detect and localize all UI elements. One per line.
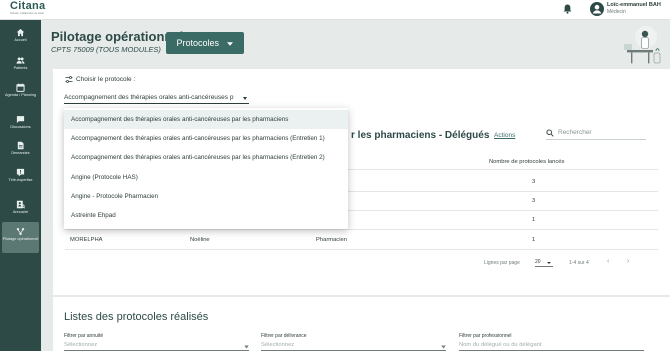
sidebar-item-accueil[interactable]: Accueil (2, 28, 39, 43)
filter-annuity-label: Filtrer par annuité (64, 333, 104, 339)
protocol-option[interactable]: Astreinte Ehpad (64, 206, 348, 225)
user-name[interactable]: Loïc-emmanuel BAH (607, 2, 661, 8)
search-placeholder: Rechercher (558, 129, 592, 136)
sidebar-item-label: Télé-expertise (8, 178, 33, 182)
chevron-down-icon[interactable] (244, 345, 249, 349)
sidebar-item-label: Discussions (10, 125, 31, 129)
actions-link[interactable]: Actions (494, 132, 515, 139)
filter-professional-input[interactable]: Nom du délégué ou du délégant (459, 342, 644, 351)
sidebar-item-annuaire[interactable]: Annuaire (2, 200, 39, 215)
protocol-option[interactable]: Angine - Protocole Pharmacien (64, 187, 348, 206)
user-icon (592, 4, 602, 14)
home-icon (16, 28, 25, 37)
table-cell-first-name: Noëline (190, 237, 210, 243)
protocol-option[interactable]: Accompagnement des thérapies orales anti… (64, 110, 348, 129)
search-icon (546, 129, 554, 137)
logo[interactable]: Citana Solution collaborative de santé (10, 1, 45, 16)
page-header: Pilotage opérationnel CPTS 75009 (TOUS M… (41, 20, 670, 72)
sidebar-item-discussions[interactable]: Discussions (2, 115, 39, 130)
sidebar-item-label: Patients (13, 66, 28, 70)
table-row-count: 3 (532, 198, 536, 204)
select-arrow-icon[interactable] (243, 97, 247, 100)
realized-protocols-title: Listes des protocoles réalisés (64, 311, 209, 323)
sidebar-item-label: Pilotage opérationnel (2, 237, 39, 241)
filter-sliders-icon (65, 76, 73, 83)
protocol-option[interactable]: Accompagnement des thérapies orales anti… (64, 148, 348, 167)
avatar[interactable] (590, 2, 604, 16)
logo-tagline: Solution collaborative de santé (10, 12, 45, 15)
top-bar: Citana Solution collaborative de santé L… (0, 0, 670, 20)
filter-delivery-select[interactable]: Sélectionnez (261, 342, 446, 351)
sidebar-item-label: Accueil (14, 38, 27, 42)
patients-icon (16, 57, 25, 64)
sidebar-item-label: Demandes (11, 151, 30, 155)
requests-icon (17, 141, 24, 150)
page-subtitle: CPTS 75009 (TOUS MODULES) (51, 45, 161, 54)
sidebar-item-patients[interactable]: Patients (2, 56, 39, 71)
pagination-range: 1-4 sur 4 (569, 260, 589, 266)
row-divider (65, 229, 658, 230)
protocol-option[interactable]: Angine (Protocole HAS) (64, 168, 348, 187)
filter-professional-placeholder: Nom du délégué ou du délégant (459, 342, 542, 348)
page-title: Pilotage opérationnel (51, 29, 184, 44)
pilotage-icon (16, 227, 25, 236)
sidebar-item-tele-expertise[interactable]: Télé-expertise (2, 168, 39, 183)
user-role: Médecin (607, 9, 626, 15)
table-row-count: 3 (532, 179, 536, 185)
tele-expertise-icon (16, 168, 25, 177)
filter-annuity-select[interactable]: Sélectionnez (64, 342, 249, 351)
table-row-count: 1 (532, 217, 536, 223)
calendar-icon (16, 83, 25, 92)
sidebar-item-label: Annuaire (12, 210, 29, 214)
filter-annuity-placeholder: Sélectionnez (64, 342, 98, 348)
chevron-down-icon[interactable] (441, 345, 446, 349)
sidebar: Accueil Patients Agenda / Planning Discu… (0, 20, 41, 351)
sidebar-item-demandes[interactable]: Demandes (2, 141, 39, 156)
next-page-button[interactable]: › (627, 258, 629, 265)
bell-icon[interactable] (563, 4, 572, 14)
realized-protocols-card: Listes des protocoles réalisés Filtrer p… (53, 297, 670, 351)
filter-delivery-label: Filtrer par délivrance (261, 333, 307, 339)
doctor-illustration-icon (624, 26, 661, 64)
protocols-button[interactable]: Protocoles (166, 32, 244, 54)
choose-protocol-text: Choisir le protocole : (76, 76, 136, 84)
protocol-select[interactable]: Accompagnement des thérapies orales anti… (64, 94, 249, 104)
directory-icon (16, 200, 25, 209)
filter-delivery-placeholder: Sélectionnez (261, 342, 295, 348)
choose-protocol-label: Choisir le protocole : (65, 76, 135, 83)
column-header-count[interactable]: Nombre de protocoles lancés (489, 159, 564, 165)
filter-professional-label: Filtrer par professionnel (459, 333, 512, 339)
row-divider (65, 249, 658, 250)
table-row-count: 1 (532, 237, 536, 243)
sidebar-item-agenda[interactable]: Agenda / Planning (2, 83, 39, 98)
chevron-down-icon (226, 41, 233, 46)
table-cell-profession: Pharmacien (316, 237, 347, 243)
sidebar-item-pilotage[interactable]: Pilotage opérationnel (2, 222, 39, 253)
chevron-down-icon[interactable] (547, 262, 551, 264)
chat-icon (16, 116, 25, 124)
search-input[interactable]: Rechercher (546, 129, 646, 140)
sidebar-item-label: Agenda / Planning (4, 93, 37, 97)
protocol-dropdown-menu: Accompagnement des thérapies orales anti… (64, 108, 348, 229)
logo-name: Citana (10, 0, 46, 12)
protocols-button-label: Protocoles (176, 38, 219, 48)
previous-page-button[interactable]: ‹ (607, 258, 609, 265)
protocol-option[interactable]: Accompagnement des thérapies orales anti… (64, 129, 348, 148)
table-cell-last-name: MORELPHA (70, 237, 103, 243)
delegates-title: r les pharmaciens - Délégués (351, 130, 490, 141)
rows-per-page-label: Lignes par page (484, 260, 520, 266)
